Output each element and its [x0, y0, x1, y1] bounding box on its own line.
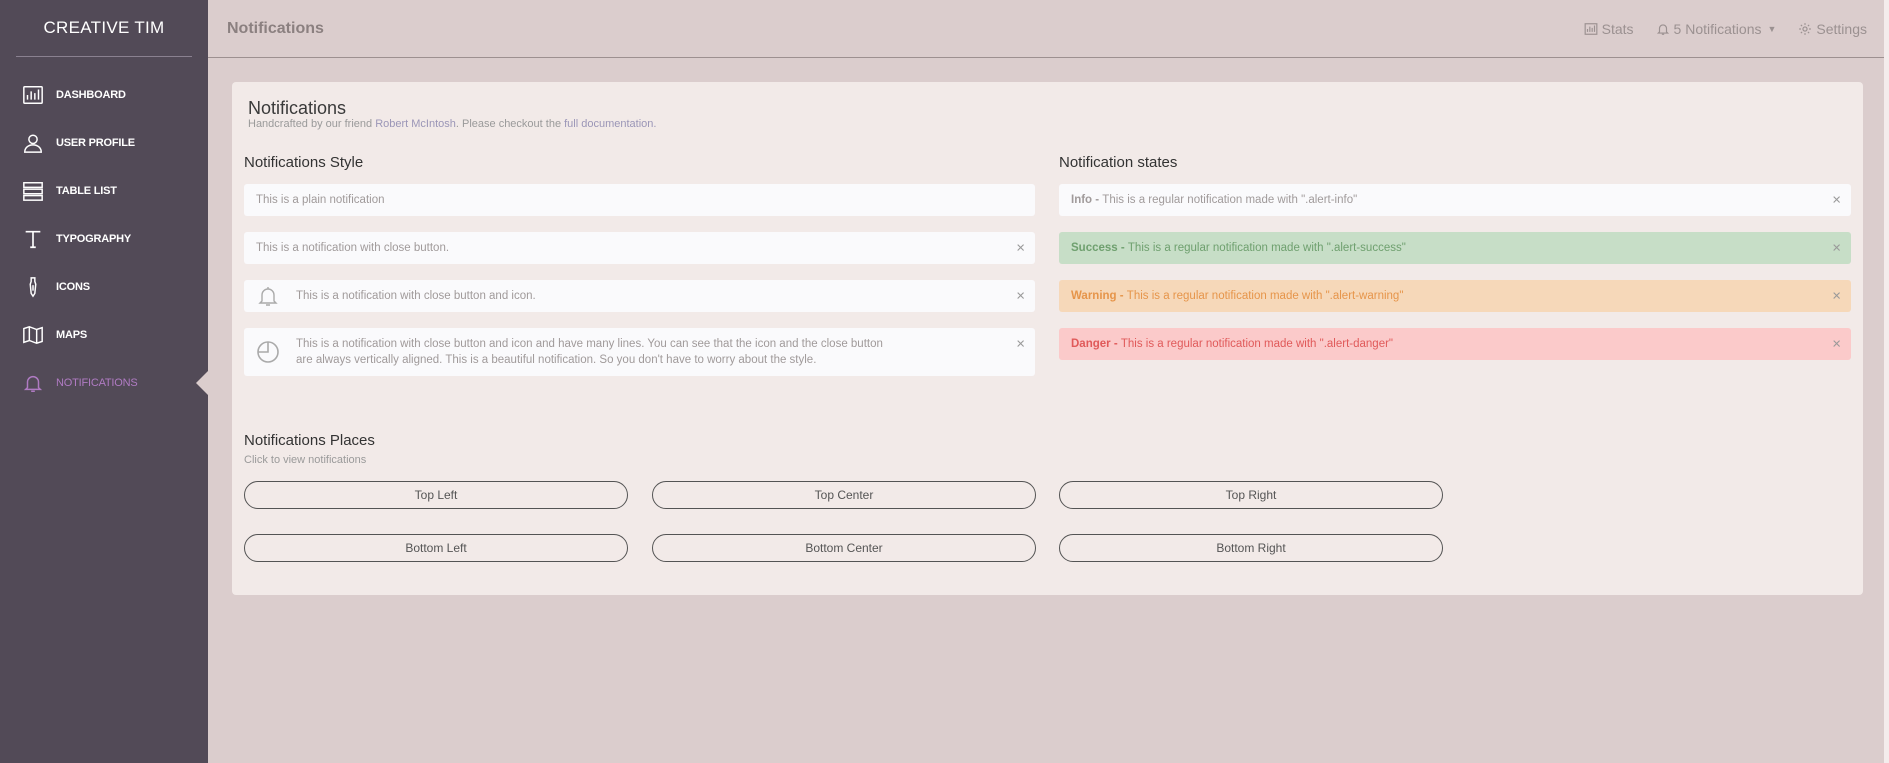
settings-link[interactable]: Settings	[1798, 21, 1867, 37]
alert-text: This is a regular notification made with…	[1120, 338, 1393, 350]
sidebar-item-label: User Profile	[56, 137, 135, 149]
sidebar-item-typography[interactable]: Typography	[0, 215, 208, 263]
close-icon[interactable]: ×	[1832, 337, 1841, 352]
card-title: Notifications	[248, 98, 347, 118]
page-title: Notifications	[227, 19, 324, 37]
icon-notification: This is a notification with close button…	[244, 280, 1035, 312]
alert-label: Danger -	[1071, 338, 1121, 350]
notifications-style-title: Notifications Style	[244, 154, 364, 171]
plain-notification: This is a plain notification	[244, 184, 1035, 216]
danger-notification: Danger - This is a regular notification …	[1059, 328, 1851, 360]
map-icon	[22, 324, 44, 346]
alert-content: Danger - This is a regular notification …	[1059, 338, 1393, 350]
sidebar-item-label: Dashboard	[56, 89, 126, 101]
notifications-places-title: Notifications Places	[244, 432, 375, 449]
close-icon[interactable]: ×	[1016, 337, 1025, 352]
close-icon[interactable]: ×	[1832, 193, 1841, 208]
settings-label: Settings	[1816, 20, 1867, 37]
notification-states-title: Notification states	[1059, 154, 1178, 171]
alert-label: Info -	[1071, 194, 1103, 206]
chevron-down-icon: ▼	[1767, 23, 1777, 34]
alert-text: This is a regular notification made with…	[1102, 194, 1358, 206]
chart-icon	[1584, 22, 1598, 36]
close-icon[interactable]: ×	[1016, 241, 1025, 256]
sidebar-item-label: Maps	[56, 329, 87, 341]
close-notification: This is a notification with close button…	[244, 232, 1035, 264]
card-subtitle: Handcrafted by our friend Robert McIntos…	[248, 118, 656, 130]
subtitle-middle: . Please checkout the	[455, 118, 565, 130]
alert-text: This is a notification with close button…	[256, 242, 450, 254]
sidebar-item-label: Table List	[56, 185, 117, 197]
bell-icon	[256, 284, 280, 308]
sidebar-item-table-list[interactable]: Table List	[0, 167, 208, 215]
close-icon[interactable]: ×	[1016, 289, 1025, 304]
alert-content: Warning - This is a regular notification…	[1059, 290, 1403, 302]
topbar: Notifications Stats 5 Notifications ▼ Se…	[208, 0, 1889, 58]
author-link[interactable]: Robert McIntosh	[375, 118, 456, 130]
alert-text: This is a regular notification made with…	[1126, 290, 1404, 302]
stats-link[interactable]: Stats	[1584, 21, 1634, 37]
sidebar-item-user-profile[interactable]: User Profile	[0, 119, 208, 167]
alert-text: This is a notification with close button…	[296, 290, 536, 302]
top-right-button[interactable]: Top Right	[1059, 481, 1443, 509]
bell-icon	[22, 372, 44, 394]
top-nav: Stats 5 Notifications ▼ Settings	[1584, 21, 1867, 37]
sidebar-item-label: Typography	[56, 233, 132, 245]
brand-logo[interactable]: CREATIVE TIM	[16, 0, 192, 57]
sidebar-item-icons[interactable]: Icons	[0, 263, 208, 311]
sidebar-item-notifications[interactable]: Notifications	[0, 359, 208, 407]
close-icon[interactable]: ×	[1832, 241, 1841, 256]
bottom-center-button[interactable]: Bottom Center	[652, 534, 1036, 562]
notifications-dropdown[interactable]: 5 Notifications ▼	[1656, 20, 1777, 37]
bell-icon	[1656, 22, 1670, 36]
success-notification: Success - This is a regular notification…	[1059, 232, 1851, 264]
top-left-button[interactable]: Top Left	[244, 481, 628, 509]
pen-icon	[22, 276, 44, 298]
documentation-link[interactable]: full documentation.	[564, 118, 656, 130]
alert-text: This is a plain notification	[256, 194, 385, 206]
sidebar-item-maps[interactable]: Maps	[0, 311, 208, 359]
close-icon[interactable]: ×	[1832, 289, 1841, 304]
notifications-card: Notifications Handcrafted by our friend …	[232, 82, 1863, 595]
sidebar: CREATIVE TIM Dashboard User Profile Tabl…	[0, 0, 208, 763]
text-icon	[22, 228, 44, 250]
alert-content: Info - This is a regular notification ma…	[1059, 194, 1357, 206]
alert-text: This is a notification with close button…	[296, 338, 883, 366]
subtitle-prefix: Handcrafted by our friend	[248, 118, 376, 130]
alert-label: Warning -	[1071, 290, 1127, 302]
bottom-left-button[interactable]: Bottom Left	[244, 534, 628, 562]
sidebar-nav: Dashboard User Profile Table List Typogr…	[0, 71, 208, 407]
bottom-right-button[interactable]: Bottom Right	[1059, 534, 1443, 562]
sidebar-item-dashboard[interactable]: Dashboard	[0, 71, 208, 119]
table-icon	[22, 180, 44, 202]
notifications-places-subtitle: Click to view notifications	[244, 454, 367, 466]
top-center-button[interactable]: Top Center	[652, 481, 1036, 509]
notifications-label: 5 Notifications	[1673, 20, 1762, 37]
multiline-notification: This is a notification with close button…	[244, 328, 1035, 376]
chart-icon	[22, 84, 44, 106]
alert-label: Success -	[1071, 242, 1128, 254]
alert-content: Success - This is a regular notification…	[1059, 242, 1406, 254]
scrollbar[interactable]	[1884, 0, 1889, 763]
sidebar-item-label: Icons	[56, 281, 90, 293]
info-notification: Info - This is a regular notification ma…	[1059, 184, 1851, 216]
stats-label: Stats	[1601, 20, 1634, 37]
user-icon	[22, 132, 44, 154]
warning-notification: Warning - This is a regular notification…	[1059, 280, 1851, 312]
alert-text: This is a regular notification made with…	[1127, 242, 1406, 254]
pie-chart-icon	[256, 340, 280, 364]
gear-icon	[1798, 22, 1812, 36]
sidebar-item-label: Notifications	[56, 377, 138, 389]
